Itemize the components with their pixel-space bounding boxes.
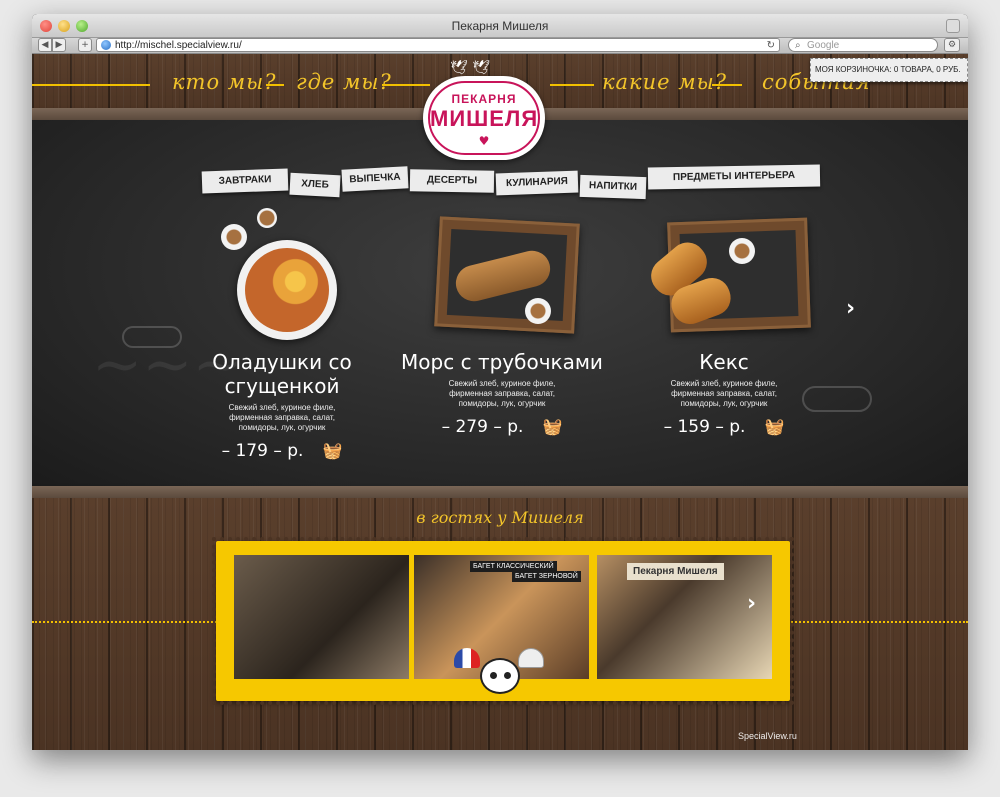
fullscreen-button[interactable] [946,19,960,33]
product-image[interactable] [427,216,580,340]
address-bar[interactable]: http://mischel.specialview.ru/ ↻ [96,38,780,52]
coffee-cup [525,298,551,324]
nav-what-we-are[interactable]: какие мы? [602,70,727,94]
coffee-cup [221,224,247,250]
product-image[interactable] [643,217,811,340]
globe-icon [101,40,111,50]
heart-icon: ♥ [478,134,490,148]
category-desserts[interactable]: ДЕСЕРТЫ [409,169,495,193]
search-input[interactable]: ⌕ Google [788,38,938,52]
basket-icon[interactable]: 🧺 [543,417,563,436]
logo-line-2: МИШЕЛЯ [430,106,539,131]
back-button[interactable]: ◀ [38,38,52,52]
category-bread[interactable]: ХЛЕБ [289,172,341,198]
window-title: Пекарня Мишеля [451,19,549,33]
price-tag: БАГЕТ ЗЕРНОВОЙ [512,571,581,582]
product-name[interactable]: Морс с трубочками [392,350,612,374]
category-drinks[interactable]: НАПИТКИ [579,174,647,200]
section-title: в гостях у Мишеля [416,508,584,527]
site-credit[interactable]: SpecialView.ru [738,731,797,741]
basket-icon[interactable]: 🧺 [323,441,343,460]
product-name[interactable]: Кекс [614,350,834,374]
forward-button[interactable]: ▶ [52,38,66,52]
divider [32,84,150,86]
browser-window: Пекарня Мишеля ◀ ▶ + http://mischel.spec… [32,14,968,750]
gallery-photo-storefront[interactable]: Пекарня Мишеля [597,555,772,679]
shop-sign: Пекарня Мишеля [627,563,724,580]
birds-icon: 🕊 🕊 [450,60,490,76]
web-page: кто мы? где мы? какие мы? события МОЯ КО… [32,54,968,750]
product-description: Свежий злеб, куриное филе, фирменная зап… [228,403,336,432]
product-card[interactable]: Кекс Свежий злеб, куриное филе, фирменна… [614,217,834,441]
category-pastry[interactable]: ВЫПЕЧКА [341,166,409,192]
product-description: Свежий злеб, куриное филе, фирменная зап… [448,379,556,408]
cart-widget[interactable]: МОЯ КОРЗИНОЧКА: 0 ТОВАРА, 0 РУБ. [810,58,968,82]
nav-where-we-are[interactable]: где мы? [296,70,392,94]
category-breakfast[interactable]: ЗАВТРАКИ [201,168,289,194]
product-name[interactable]: Оладушки со сгущенкой [172,350,392,398]
wood-plank [32,486,968,498]
cart-summary: МОЯ КОРЗИНОЧКА: 0 ТОВАРА, 0 РУБ. [815,65,961,74]
guests-section: в гостях у Мишеля БАГЕТ КЛАССИЧЕСКИЙ БАГ… [32,498,968,750]
product-card[interactable]: Морс с трубочками Свежий злеб, куриное ф… [392,216,612,441]
title-bar: Пекарня Мишеля [32,14,968,38]
plate [237,240,337,340]
divider [550,84,594,86]
product-price: – 179 – р. [221,441,304,461]
browser-toolbar: ◀ ▶ + http://mischel.specialview.ru/ ↻ ⌕… [32,38,968,54]
gear-icon[interactable]: ⚙ [944,38,960,52]
category-menu: ЗАВТРАКИ ХЛЕБ ВЫПЕЧКА ДЕСЕРТЫ КУЛИНАРИЯ … [32,164,968,210]
category-interior[interactable]: ПРЕДМЕТЫ ИНТЕРЬЕРА [647,164,821,190]
product-image[interactable] [207,208,357,340]
product-board: ~~~ ЗАВТРАКИ ХЛЕБ ВЫПЕЧКА ДЕСЕРТЫ КУЛИНА… [32,120,968,490]
product-price: – 279 – р. [441,417,524,437]
next-photo-arrow-icon[interactable]: › [747,591,756,616]
site-logo[interactable]: ПЕКАРНЯ МИШЕЛЯ ♥ [423,76,545,160]
product-card[interactable]: Оладушки со сгущенкой Свежий злеб, курин… [172,208,392,465]
add-bookmark-button[interactable]: + [78,38,92,52]
basket-icon[interactable]: 🧺 [765,417,785,436]
coffee-cup [729,238,755,264]
product-price: – 159 – р. [663,417,746,437]
product-description: Свежий злеб, куриное филе, фирменная зап… [670,379,778,408]
category-cooking[interactable]: КУЛИНАРИЯ [495,170,579,196]
search-placeholder: Google [807,40,840,51]
divider [382,84,430,86]
divider [266,84,284,86]
gallery-photo-interior[interactable] [234,555,409,679]
reload-icon[interactable]: ↻ [767,39,775,52]
search-icon: ⌕ [795,40,801,51]
nav-who-we-are[interactable]: кто мы? [172,70,277,94]
next-products-arrow-icon[interactable]: › [846,296,855,321]
url-text[interactable]: http://mischel.specialview.ru/ [115,39,242,52]
logo-line-1: ПЕКАРНЯ [451,92,517,106]
dog-mascot-icon [454,648,544,718]
milk-jug [257,208,277,228]
divider [712,84,742,86]
